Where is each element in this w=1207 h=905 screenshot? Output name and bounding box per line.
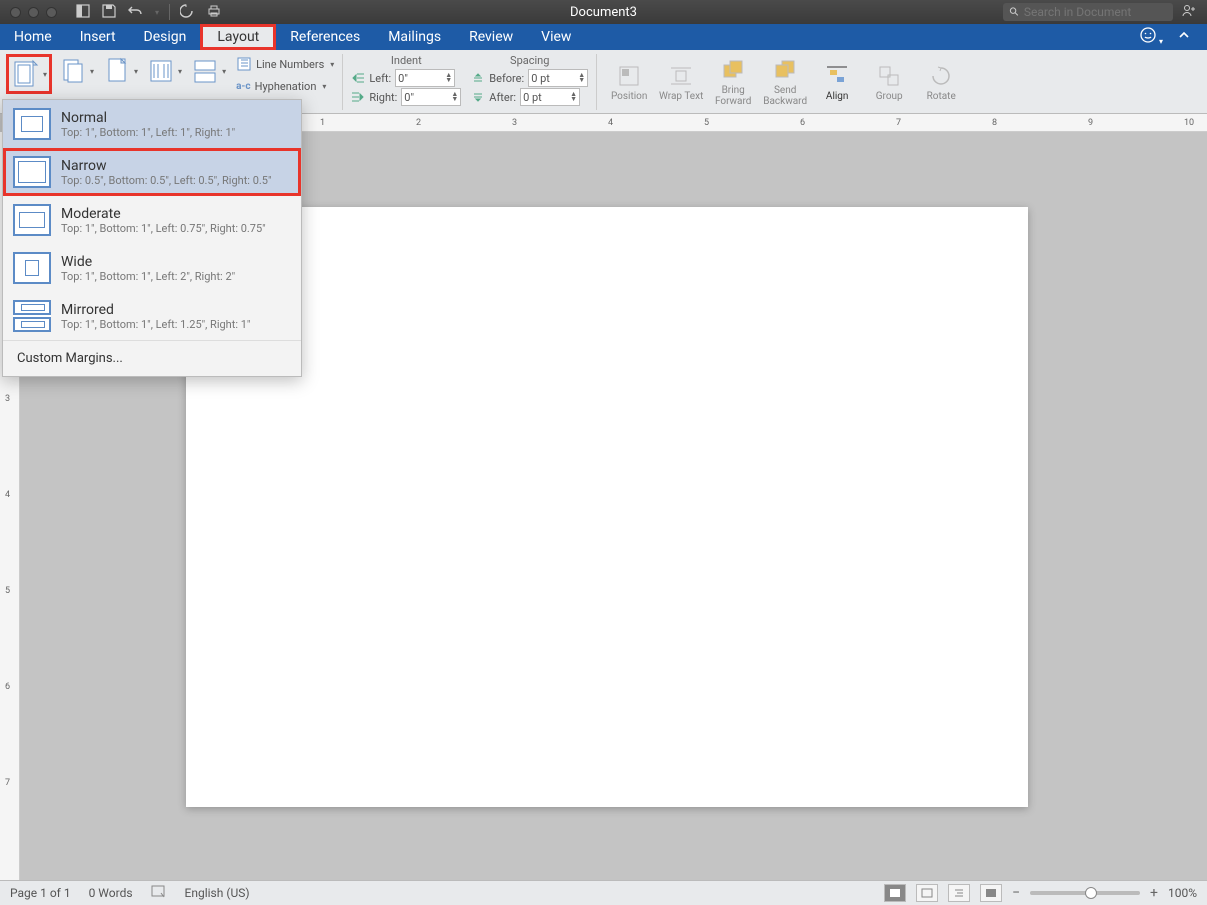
margins-button[interactable]: ▾ — [6, 54, 52, 94]
status-words[interactable]: 0 Words — [89, 886, 133, 900]
tab-references[interactable]: References — [276, 24, 374, 50]
view-outline-icon[interactable] — [948, 884, 970, 902]
tab-design[interactable]: Design — [130, 24, 201, 50]
zoom-level[interactable]: 100% — [1168, 886, 1197, 900]
undo-icon[interactable] — [127, 3, 143, 22]
rotate-button[interactable]: Rotate — [917, 54, 965, 110]
window-controls — [0, 7, 57, 18]
orientation-button[interactable]: ▾ — [56, 54, 96, 88]
view-focus-icon[interactable] — [980, 884, 1002, 902]
autosave-icon[interactable] — [75, 3, 91, 22]
align-button[interactable]: Align — [813, 54, 861, 110]
spacing-after-input[interactable]: 0 pt▲▼ — [520, 88, 580, 106]
quick-access-toolbar: ▾ — [75, 3, 222, 22]
margins-option-wide[interactable]: WideTop: 1", Bottom: 1", Left: 2", Right… — [3, 244, 301, 292]
line-numbers-button[interactable]: Line Numbers▾ — [236, 54, 334, 74]
status-bar: Page 1 of 1 0 Words English (US) − + 100… — [0, 880, 1207, 905]
tab-home[interactable]: Home — [0, 24, 66, 50]
menu-bar: Home Insert Design Layout References Mai… — [0, 24, 1207, 50]
line-numbers-label: Line Numbers — [256, 58, 324, 71]
share-icon[interactable] — [1181, 3, 1197, 22]
spacing-after-icon — [471, 91, 485, 103]
zoom-slider[interactable] — [1030, 891, 1140, 895]
indent-group: Indent Left: 0"▲▼ Right: 0"▲▼ — [351, 54, 461, 107]
spacing-header: Spacing — [471, 54, 588, 67]
spacing-before-input[interactable]: 0 pt▲▼ — [528, 69, 588, 87]
indent-left-label: Left: — [369, 72, 391, 85]
spacing-before-label: Before: — [489, 72, 524, 85]
spacing-after-label: After: — [489, 91, 516, 104]
zoom-in-icon[interactable]: + — [1150, 885, 1158, 901]
close-window-icon[interactable] — [10, 7, 21, 18]
indent-header: Indent — [351, 54, 461, 67]
maximize-window-icon[interactable] — [46, 7, 57, 18]
hyphenation-button[interactable]: a-c Hyphenation▾ — [236, 76, 334, 96]
print-icon[interactable] — [206, 3, 222, 22]
margins-option-narrow[interactable]: NarrowTop: 0.5", Bottom: 0.5", Left: 0.5… — [3, 148, 301, 196]
tab-layout[interactable]: Layout — [200, 24, 276, 50]
bring-forward-button[interactable]: Bring Forward — [709, 54, 757, 110]
collapse-ribbon-icon[interactable] — [1177, 28, 1191, 46]
margins-icon-normal — [13, 108, 51, 140]
margins-icon-moderate — [13, 204, 51, 236]
margins-option-mirrored[interactable]: MirroredTop: 1", Bottom: 1", Left: 1.25"… — [3, 292, 301, 340]
hyphenation-label: Hyphenation — [255, 80, 317, 93]
size-button[interactable]: ▾ — [100, 54, 140, 88]
columns-button[interactable]: ▾ — [144, 54, 184, 88]
search-input[interactable] — [1024, 5, 1167, 19]
margins-dropdown: NormalTop: 1", Bottom: 1", Left: 1", Rig… — [2, 99, 302, 377]
search-box[interactable] — [1003, 3, 1173, 21]
zoom-out-icon[interactable]: − — [1012, 885, 1020, 901]
indent-left-input[interactable]: 0"▲▼ — [395, 69, 455, 87]
indent-right-icon — [351, 91, 365, 103]
tab-view[interactable]: View — [527, 24, 585, 50]
status-page[interactable]: Page 1 of 1 — [10, 886, 71, 900]
tab-insert[interactable]: Insert — [66, 24, 130, 50]
document-page[interactable] — [186, 207, 1028, 807]
undo-dropdown-icon[interactable]: ▾ — [155, 8, 159, 17]
spacing-group: Spacing Before: 0 pt▲▼ After: 0 pt▲▼ — [471, 54, 588, 107]
view-print-layout-icon[interactable] — [884, 884, 906, 902]
position-button[interactable]: Position — [605, 54, 653, 110]
search-icon — [1009, 6, 1020, 18]
breaks-button[interactable]: ▾ — [188, 54, 228, 88]
spacing-before-icon — [471, 72, 485, 84]
indent-right-input[interactable]: 0"▲▼ — [401, 88, 461, 106]
margins-icon-wide — [13, 252, 51, 284]
save-icon[interactable] — [101, 3, 117, 22]
tab-mailings[interactable]: Mailings — [374, 24, 455, 50]
minimize-window-icon[interactable] — [28, 7, 39, 18]
spellcheck-icon[interactable] — [151, 885, 167, 902]
margins-option-moderate[interactable]: ModerateTop: 1", Bottom: 1", Left: 0.75"… — [3, 196, 301, 244]
redo-icon[interactable] — [180, 3, 196, 22]
indent-right-label: Right: — [369, 91, 397, 104]
document-title: Document3 — [570, 5, 637, 20]
send-backward-button[interactable]: Send Backward — [761, 54, 809, 110]
indent-left-icon — [351, 72, 365, 84]
status-language[interactable]: English (US) — [185, 886, 250, 900]
custom-margins-button[interactable]: Custom Margins... — [3, 340, 301, 376]
margins-icon-narrow — [13, 156, 51, 188]
view-web-layout-icon[interactable] — [916, 884, 938, 902]
wrap-text-button[interactable]: Wrap Text — [657, 54, 705, 110]
feedback-icon[interactable]: ▾ — [1139, 26, 1163, 48]
tab-review[interactable]: Review — [455, 24, 527, 50]
margins-option-normal[interactable]: NormalTop: 1", Bottom: 1", Left: 1", Rig… — [3, 100, 301, 148]
group-button[interactable]: Group — [865, 54, 913, 110]
title-bar: ▾ Document3 — [0, 0, 1207, 24]
margins-icon-mirrored — [13, 300, 51, 332]
